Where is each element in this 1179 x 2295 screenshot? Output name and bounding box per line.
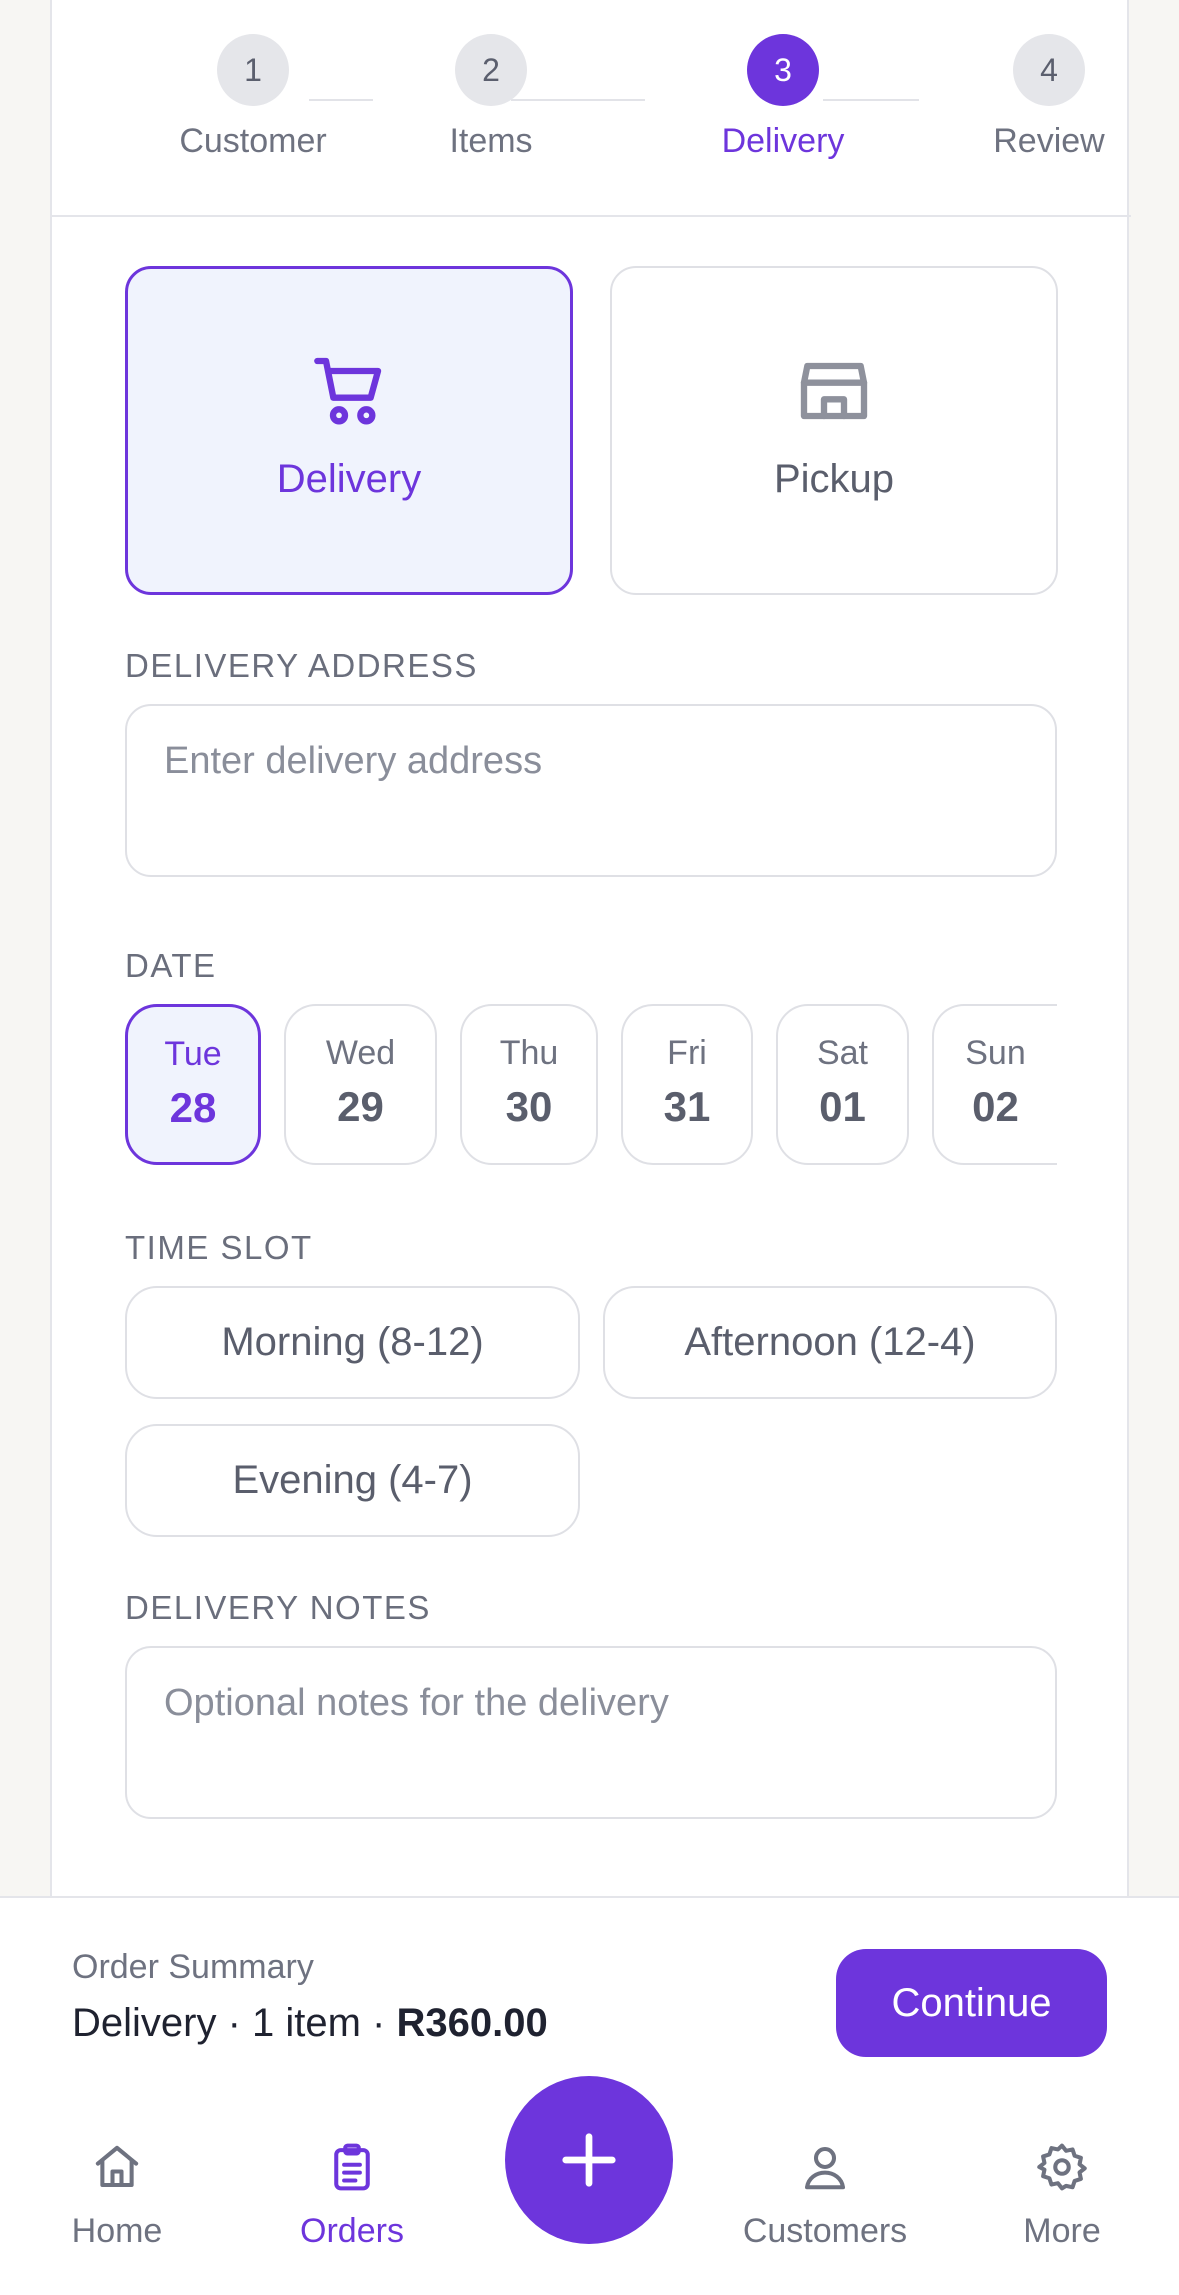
date-day-number: 30 <box>505 1083 553 1130</box>
user-icon <box>804 2146 846 2190</box>
date-day-of-week: Fri <box>667 1034 707 1072</box>
tab-more[interactable]: More <box>962 2140 1162 2251</box>
order-summary-details: Delivery · 1 item · R360.00 <box>72 2001 548 2046</box>
tab-customers[interactable]: Customers <box>725 2140 925 2251</box>
date-chip[interactable]: Sat 01 <box>776 1004 909 1165</box>
tab-orders[interactable]: Orders <box>252 2140 452 2251</box>
step-items[interactable]: 2 Items <box>391 34 591 161</box>
step-label: Customer <box>179 122 327 160</box>
date-day-of-week: Wed <box>325 1034 396 1072</box>
order-summary-bar: Order Summary Delivery · 1 item · R360.0… <box>0 1896 1179 2096</box>
date-day-number: 02 <box>972 1083 1019 1130</box>
time-slot-morning[interactable]: Morning (8-12) <box>125 1286 580 1399</box>
date-chip[interactable]: Thu 30 <box>460 1004 598 1165</box>
date-day-of-week: Tue <box>164 1035 222 1073</box>
step-number: 2 <box>455 34 527 106</box>
pickup-option-card[interactable]: Pickup <box>610 266 1058 595</box>
step-label: Items <box>449 122 533 160</box>
date-day-number: 01 <box>819 1083 866 1130</box>
tab-more-label: More <box>1023 2212 1101 2250</box>
time-slot-afternoon[interactable]: Afternoon (12-4) <box>603 1286 1057 1399</box>
step-delivery[interactable]: 3 Delivery <box>683 34 883 161</box>
gear-icon <box>1037 2143 1087 2191</box>
order-summary-title: Order Summary <box>72 1948 314 1986</box>
date-section-label: DATE <box>125 947 217 984</box>
step-review[interactable]: 4 Review <box>949 34 1149 161</box>
new-order-button[interactable] <box>505 2076 673 2244</box>
order-total: R360.00 <box>396 2001 548 2045</box>
order-summary-description: Delivery · 1 item · <box>72 2001 397 2045</box>
date-chip[interactable]: Sun 02 <box>932 1004 1057 1165</box>
progress-stepper: 1 Customer 2 Items 3 Delivery 4 Review <box>52 0 1131 217</box>
step-number: 1 <box>217 34 289 106</box>
continue-button[interactable]: Continue <box>836 1949 1107 2057</box>
tab-home-label: Home <box>71 2212 163 2250</box>
step-label: Review <box>993 122 1105 160</box>
tab-orders-label: Orders <box>300 2212 404 2250</box>
date-day-of-week: Sun <box>965 1034 1026 1072</box>
step-label: Delivery <box>721 122 845 160</box>
tab-customers-label: Customers <box>742 2212 908 2250</box>
order-form-page: 1 Customer 2 Items 3 Delivery 4 Review D… <box>50 0 1131 1900</box>
cart-icon <box>314 357 382 425</box>
clipboard-icon <box>334 2143 370 2191</box>
tab-home[interactable]: Home <box>17 2140 217 2251</box>
home-icon <box>95 2145 139 2188</box>
delivery-address-input[interactable]: Enter delivery address <box>125 704 1057 877</box>
delivery-notes-input[interactable]: Optional notes for the delivery <box>125 1646 1057 1819</box>
plus-icon <box>562 2133 616 2187</box>
step-number: 3 <box>747 34 819 106</box>
date-chip[interactable]: Tue 28 <box>125 1004 261 1165</box>
notes-section-label: DELIVERY NOTES <box>125 1589 431 1626</box>
time-slot-section-label: TIME SLOT <box>125 1229 313 1266</box>
date-chip[interactable]: Wed 29 <box>284 1004 437 1165</box>
date-day-number: 29 <box>337 1083 384 1130</box>
delivery-option-label: Delivery <box>276 457 422 501</box>
address-section-label: DELIVERY ADDRESS <box>125 647 478 684</box>
pickup-option-label: Pickup <box>773 457 895 501</box>
date-chip[interactable]: Fri 31 <box>621 1004 753 1165</box>
step-customer[interactable]: 1 Customer <box>153 34 353 161</box>
delivery-option-card[interactable]: Delivery <box>125 266 573 595</box>
date-day-of-week: Thu <box>499 1034 559 1072</box>
date-day-of-week: Sat <box>816 1034 869 1072</box>
step-number: 4 <box>1013 34 1085 106</box>
time-slot-evening[interactable]: Evening (4-7) <box>125 1424 580 1537</box>
store-icon <box>800 362 868 420</box>
date-day-number: 28 <box>169 1084 217 1131</box>
date-day-number: 31 <box>663 1083 711 1130</box>
